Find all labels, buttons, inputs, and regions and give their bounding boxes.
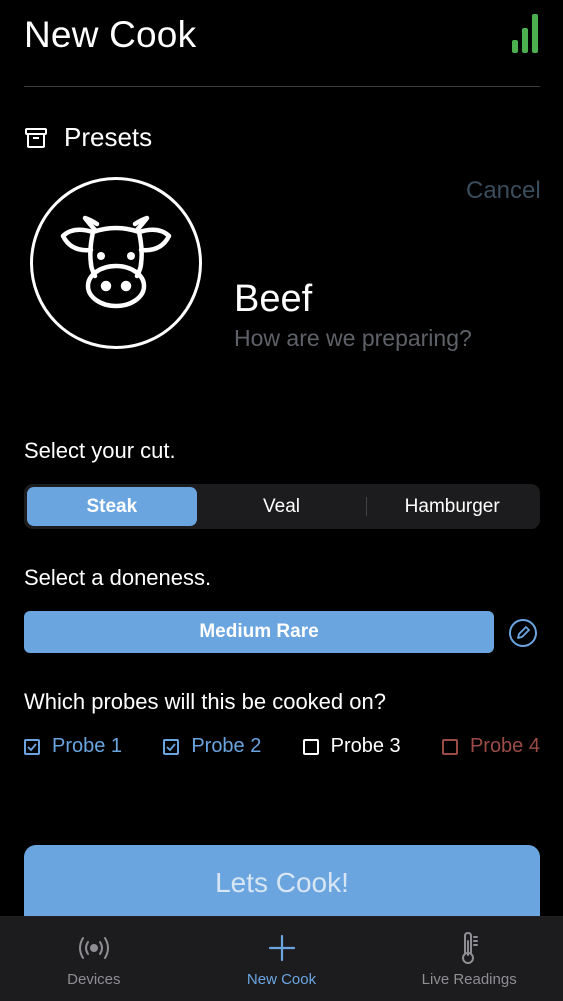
segment-hamburger[interactable]: Hamburger — [367, 487, 537, 526]
tab-new-cook-label: New Cook — [246, 971, 317, 988]
meat-subtitle: How are we preparing? — [234, 325, 472, 351]
archive-box-icon — [25, 127, 47, 148]
probe-2-label: Probe 2 — [191, 735, 262, 757]
probe-list: Probe 1 Probe 2 Probe 3 Probe 4 — [24, 735, 540, 758]
meat-type-selector[interactable] — [30, 177, 202, 349]
tab-bar: Devices New Cook Live Readings — [0, 916, 563, 1001]
presets-label: Presets — [64, 122, 153, 152]
checkbox-checked-icon — [24, 738, 40, 755]
signal-strength-icon — [512, 14, 538, 53]
tab-live-readings[interactable]: Live Readings — [375, 917, 563, 1001]
probe-3-label: Probe 3 — [330, 735, 401, 757]
probe-1-label: Probe 1 — [52, 735, 123, 757]
segment-steak[interactable]: Steak — [27, 487, 197, 526]
meat-name: Beef — [234, 278, 313, 320]
doneness-selector[interactable]: Medium Rare — [24, 611, 494, 653]
header-divider — [24, 86, 540, 87]
edit-doneness-icon[interactable] — [508, 618, 538, 648]
probe-3-checkbox[interactable]: Probe 3 — [302, 735, 401, 758]
tab-devices[interactable]: Devices — [0, 917, 188, 1001]
segment-veal[interactable]: Veal — [197, 487, 367, 526]
checkbox-unchecked-icon — [302, 738, 319, 755]
thermometer-icon — [462, 931, 479, 964]
probe-1-checkbox[interactable]: Probe 1 — [24, 735, 122, 758]
broadcast-icon — [78, 937, 109, 959]
plus-icon — [268, 934, 295, 962]
probe-4-label: Probe 4 — [469, 735, 540, 757]
probe-4-checkbox[interactable]: Probe 4 — [441, 735, 540, 758]
page-title: New Cook — [24, 14, 197, 55]
tab-new-cook[interactable]: New Cook — [188, 917, 376, 1001]
cancel-button[interactable]: Cancel — [466, 177, 541, 205]
probe-2-checkbox[interactable]: Probe 2 — [163, 735, 261, 758]
checkbox-checked-icon — [163, 738, 180, 755]
tab-live-readings-label: Live Readings — [421, 971, 517, 988]
tab-devices-label: Devices — [67, 971, 121, 988]
doneness-prompt: Select a doneness. — [24, 565, 212, 590]
cow-head-icon — [60, 215, 172, 309]
cut-segmented-control: Steak Veal Hamburger — [24, 484, 540, 529]
cut-prompt: Select your cut. — [24, 438, 176, 463]
probes-prompt: Which probes will this be cooked on? — [24, 689, 386, 714]
presets-button[interactable]: Presets — [24, 122, 152, 153]
checkbox-unchecked-icon — [441, 738, 458, 755]
